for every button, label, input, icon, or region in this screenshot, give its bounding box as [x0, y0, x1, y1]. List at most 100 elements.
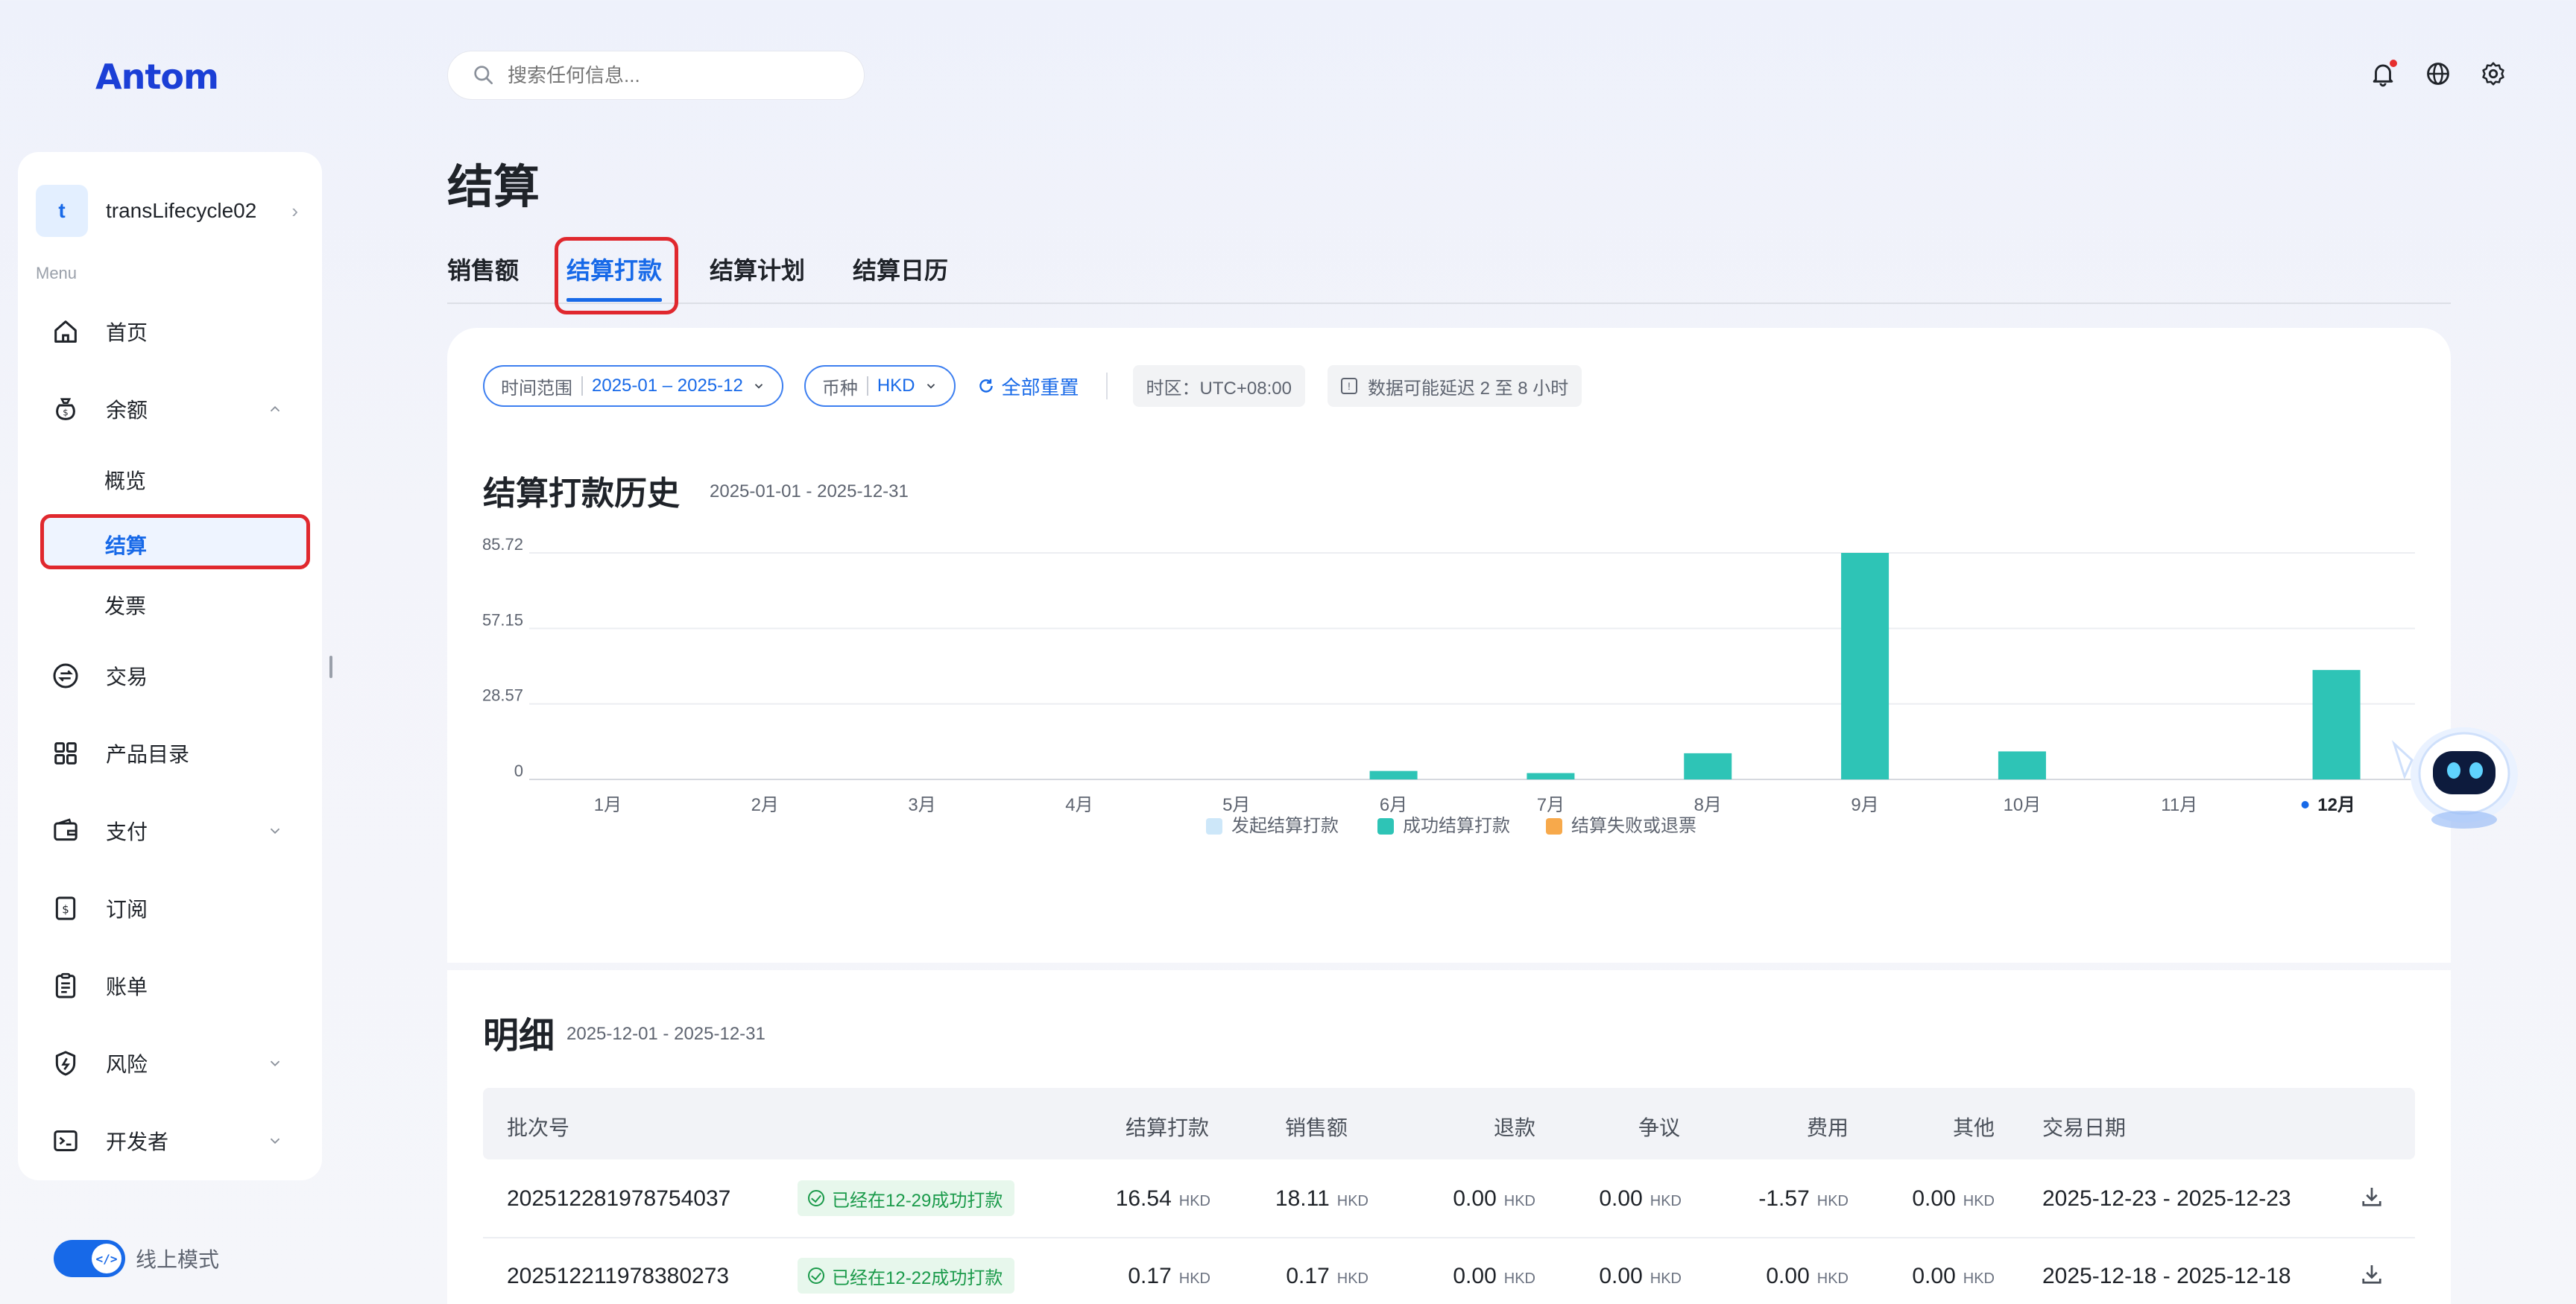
y-tick-label: 28.57: [482, 686, 523, 705]
y-tick-label: 85.72: [482, 537, 523, 554]
y-tick-label: 57.15: [482, 610, 523, 629]
tab-sales[interactable]: 销售额: [447, 252, 519, 286]
detail-date-range: 2025-12-01 - 2025-12-31: [566, 1024, 765, 1044]
legend-swatch: [1546, 818, 1562, 835]
refund-amount: 0.00 HKD: [1453, 1264, 1535, 1288]
chevron-down-icon: [926, 384, 935, 389]
dispute-amount: 0.00 HKD: [1599, 1186, 1682, 1211]
batch-id: 202512211978380273: [507, 1264, 730, 1288]
filter-key: 币种: [821, 378, 858, 399]
sidebar-item-subscriptions[interactable]: $ 订阅: [36, 882, 304, 934]
x-tick-label: 4月: [1065, 795, 1093, 815]
x-tick-label: 3月: [908, 795, 935, 815]
legend-label: 成功结算打款: [1403, 816, 1510, 836]
grid-icon: [54, 742, 77, 765]
sidebar-subitem-overview[interactable]: 概览: [104, 465, 146, 495]
sidebar-item-label: 账单: [106, 975, 148, 998]
notification-bell-icon[interactable]: [2369, 60, 2397, 88]
chevron-down-icon: [270, 828, 280, 835]
globe-language-icon[interactable]: [2424, 60, 2452, 88]
search-input[interactable]: [508, 63, 836, 87]
table-row[interactable]: 202512281978754037 已经在12-29成功打款 16.54 HKD…: [483, 1161, 2415, 1238]
bill-icon: [55, 972, 76, 998]
tab-settlement-plan[interactable]: 结算计划: [710, 252, 805, 286]
settings-gear-icon[interactable]: [2479, 60, 2507, 88]
antom-logo[interactable]: Antom: [95, 57, 219, 97]
sales-amount: 0.17 HKD: [1286, 1264, 1368, 1288]
table-row[interactable]: 202512211978380273 已经在12-22成功打款 0.17 HKD …: [483, 1238, 2415, 1304]
filter-value: 2025-01 – 2025-12: [592, 376, 743, 396]
account-switcher[interactable]: t transLifecycle02 ›: [36, 182, 304, 240]
x-tick-label: 10月: [2004, 795, 2042, 815]
tab-bar: 销售额 结算打款 结算计划 结算日历: [447, 237, 2451, 304]
tab-settlement-calendar[interactable]: 结算日历: [853, 252, 948, 286]
sidebar-item-label: 开发者: [106, 1130, 169, 1153]
sidebar-item-transactions[interactable]: 交易: [36, 650, 304, 702]
tab-highlight-annotation: [555, 237, 678, 314]
bar: [1684, 753, 1732, 779]
exchange-icon: [53, 663, 78, 689]
download-icon[interactable]: [2358, 1261, 2385, 1288]
payment-icon: [54, 818, 78, 841]
bar: [1841, 553, 1890, 779]
column-header: 争议: [1638, 1116, 1681, 1139]
download-icon[interactable]: [2358, 1183, 2385, 1210]
column-header: 费用: [1807, 1116, 1849, 1139]
svg-text:$: $: [62, 903, 69, 917]
svg-text:$: $: [63, 407, 68, 417]
filter-key: 时间范围: [501, 378, 572, 399]
sales-amount: 18.11 HKD: [1275, 1186, 1368, 1211]
sidebar-item-balance[interactable]: $ 余额: [36, 383, 304, 435]
batch-id: 202512281978754037: [507, 1186, 731, 1211]
search-icon: [474, 66, 493, 84]
subscription-icon: $: [55, 896, 76, 920]
sidebar-item-catalog[interactable]: 产品目录: [36, 727, 304, 779]
settlement-history-card: 时间范围 2025-01 – 2025-12 币种 HKD 全部重置 时区：UT…: [447, 328, 2451, 963]
filter-value: HKD: [877, 376, 915, 396]
refresh-icon: [979, 379, 993, 393]
column-header: 其他: [1953, 1116, 1995, 1139]
sidebar-item-label: 交易: [106, 665, 148, 689]
sidebar-item-label: 风险: [106, 1053, 148, 1076]
filter-bar: 时间范围 2025-01 – 2025-12 币种 HKD 全部重置 时区：UT…: [483, 365, 1604, 407]
sidebar-item-developers[interactable]: 开发者: [36, 1115, 304, 1167]
sidebar-item-payments[interactable]: 支付: [36, 805, 304, 857]
chevron-down-icon: [270, 1138, 280, 1145]
sidebar-item-bills[interactable]: 账单: [36, 960, 304, 1012]
x-tick-label: 5月: [1222, 795, 1250, 815]
bar: [1998, 751, 2046, 779]
delay-note-text: 数据可能延迟 2 至 8 小时: [1367, 378, 1569, 399]
shield-icon: [55, 1051, 76, 1076]
terminal-icon: [54, 1130, 78, 1151]
transaction-date-range: 2025-12-18 - 2025-12-18: [2042, 1264, 2291, 1288]
live-mode-toggle[interactable]: </> 线上模式: [54, 1240, 219, 1277]
sidebar-item-label: 支付: [106, 820, 148, 844]
search-bar[interactable]: [447, 51, 865, 100]
mode-switch[interactable]: </>: [54, 1240, 125, 1277]
detail-card: 明细 2025-12-01 - 2025-12-31 批次号 结算打款 销售额 …: [447, 970, 2451, 1304]
notification-dot: [2390, 60, 2397, 67]
bar: [2312, 670, 2361, 779]
sidebar-item-home[interactable]: 首页: [36, 306, 304, 358]
column-header: 批次号: [507, 1116, 570, 1139]
bar: [1369, 770, 1418, 779]
reset-all-button[interactable]: 全部重置: [976, 373, 1079, 400]
currency-filter[interactable]: 币种 HKD: [804, 365, 956, 407]
sidebar-resize-handle[interactable]: [329, 656, 332, 678]
sidebar-subitem-invoice[interactable]: 发票: [104, 590, 146, 620]
x-tick-label: 6月: [1380, 795, 1407, 815]
menu-section-label: Menu: [36, 264, 78, 282]
x-tick-label: 8月: [1694, 795, 1722, 815]
sidebar-subitem-settlement[interactable]: 结算: [40, 514, 310, 569]
time-range-filter[interactable]: 时间范围 2025-01 – 2025-12: [483, 365, 783, 407]
sidebar-item-risk[interactable]: 风险: [36, 1037, 304, 1089]
settle-amount: 0.17 HKD: [1128, 1264, 1210, 1288]
x-tick-label: 2月: [751, 795, 779, 815]
ai-assistant-robot-icon[interactable]: [2382, 708, 2531, 835]
fee-amount: 0.00 HKD: [1766, 1264, 1849, 1288]
status-badge: 已经在12-22成功打款: [798, 1258, 1015, 1294]
chevron-right-icon: ›: [291, 199, 298, 222]
dispute-amount: 0.00 HKD: [1599, 1264, 1682, 1288]
wallet-money-icon: $: [56, 398, 75, 420]
home-icon: [54, 320, 77, 343]
